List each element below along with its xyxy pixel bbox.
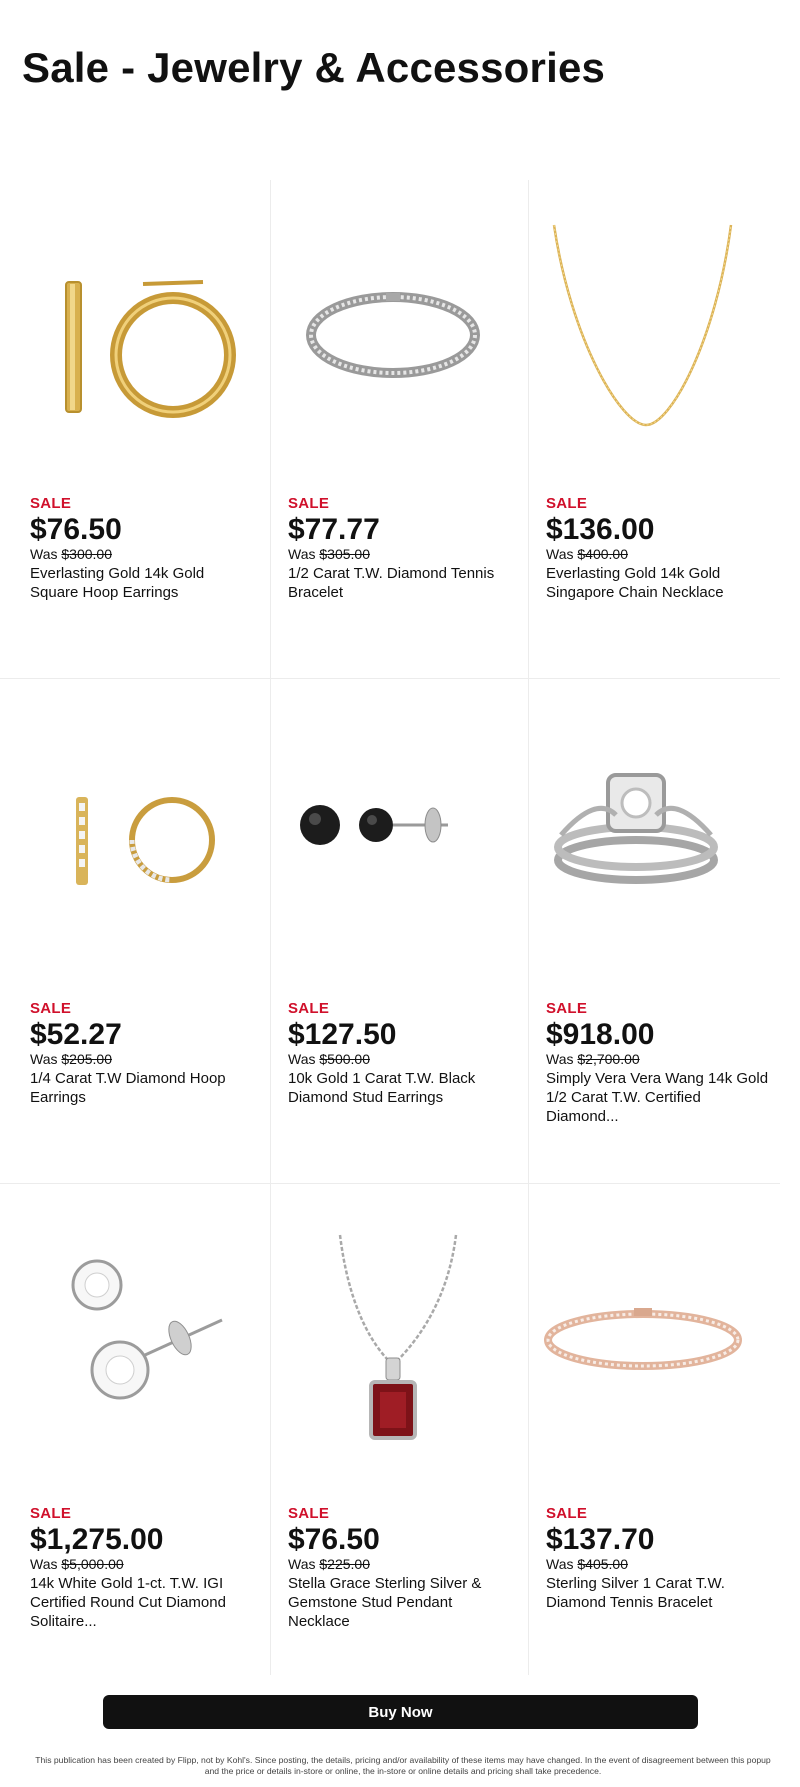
- product-name[interactable]: 14k White Gold 1-ct. T.W. IGI Certified …: [30, 1574, 255, 1631]
- was-price: Was $205.00: [30, 1051, 112, 1067]
- product-name[interactable]: Stella Grace Sterling Silver & Gemstone …: [288, 1574, 513, 1631]
- product-card[interactable]: SALE $76.50 Was $225.00 Stella Grace Ste…: [258, 1190, 513, 1690]
- gemstone-pendant-necklace-icon: [258, 1190, 513, 1490]
- product-card[interactable]: SALE $77.77 Was $305.00 1/2 Carat T.W. D…: [258, 180, 513, 680]
- rose-gold-tennis-bracelet-icon: [516, 1190, 771, 1490]
- product-card[interactable]: SALE $1,275.00 Was $5,000.00 14k White G…: [0, 1190, 255, 1690]
- sale-price: $1,275.00: [30, 1523, 164, 1556]
- product-card[interactable]: SALE $918.00 Was $2,700.00 Simply Vera V…: [516, 685, 771, 1185]
- product-card[interactable]: SALE $136.00 Was $400.00 Everlasting Gol…: [516, 180, 771, 680]
- sale-price: $136.00: [546, 513, 655, 546]
- sale-price: $76.50: [30, 513, 122, 546]
- product-card[interactable]: SALE $76.50 Was $300.00 Everlasting Gold…: [0, 180, 255, 680]
- gold-hoop-earrings-icon: [0, 180, 255, 480]
- was-price: Was $300.00: [30, 546, 112, 562]
- sale-badge: SALE: [30, 495, 72, 512]
- product-name[interactable]: 10k Gold 1 Carat T.W. Black Diamond Stud…: [288, 1069, 513, 1107]
- was-price: Was $225.00: [288, 1556, 370, 1572]
- black-diamond-stud-earrings-icon: [258, 685, 513, 985]
- sale-badge: SALE: [288, 1000, 330, 1017]
- buy-now-button[interactable]: Buy Now: [103, 1695, 698, 1729]
- was-price: Was $400.00: [546, 546, 628, 562]
- was-price: Was $5,000.00: [30, 1556, 124, 1572]
- engagement-ring-set-icon: [516, 685, 771, 985]
- sale-price: $76.50: [288, 1523, 380, 1556]
- disclaimer: This publication has been created by Fli…: [35, 1755, 771, 1776]
- was-price: Was $405.00: [546, 1556, 628, 1572]
- was-price: Was $500.00: [288, 1051, 370, 1067]
- product-card[interactable]: SALE $52.27 Was $205.00 1/4 Carat T.W Di…: [0, 685, 255, 1185]
- page-title: Sale - Jewelry & Accessories: [22, 44, 606, 91]
- sale-price: $137.70: [546, 1523, 655, 1556]
- sale-badge: SALE: [546, 1000, 588, 1017]
- diamond-tennis-bracelet-icon: [258, 180, 513, 480]
- sale-badge: SALE: [30, 1000, 72, 1017]
- was-price: Was $305.00: [288, 546, 370, 562]
- product-name[interactable]: Sterling Silver 1 Carat T.W. Diamond Ten…: [546, 1574, 771, 1612]
- product-card[interactable]: SALE $127.50 Was $500.00 10k Gold 1 Cara…: [258, 685, 513, 1185]
- product-name[interactable]: Everlasting Gold 14k Gold Singapore Chai…: [546, 564, 771, 602]
- product-card[interactable]: SALE $137.70 Was $405.00 Sterling Silver…: [516, 1190, 771, 1690]
- product-name[interactable]: 1/2 Carat T.W. Diamond Tennis Bracelet: [288, 564, 513, 602]
- gold-chain-necklace-icon: [516, 180, 771, 480]
- product-name[interactable]: Everlasting Gold 14k Gold Square Hoop Ea…: [30, 564, 255, 602]
- was-price: Was $2,700.00: [546, 1051, 640, 1067]
- diamond-solitaire-earrings-icon: [0, 1190, 255, 1490]
- sale-price: $52.27: [30, 1018, 122, 1051]
- sale-price: $918.00: [546, 1018, 655, 1051]
- product-name[interactable]: Simply Vera Vera Wang 14k Gold 1/2 Carat…: [546, 1069, 771, 1126]
- diamond-hoop-earrings-icon: [0, 685, 255, 985]
- sale-badge: SALE: [288, 1505, 330, 1522]
- sale-price: $77.77: [288, 513, 380, 546]
- sale-badge: SALE: [546, 1505, 588, 1522]
- sale-badge: SALE: [288, 495, 330, 512]
- sale-badge: SALE: [30, 1505, 72, 1522]
- sale-price: $127.50: [288, 1018, 397, 1051]
- sale-badge: SALE: [546, 495, 588, 512]
- product-name[interactable]: 1/4 Carat T.W Diamond Hoop Earrings: [30, 1069, 255, 1107]
